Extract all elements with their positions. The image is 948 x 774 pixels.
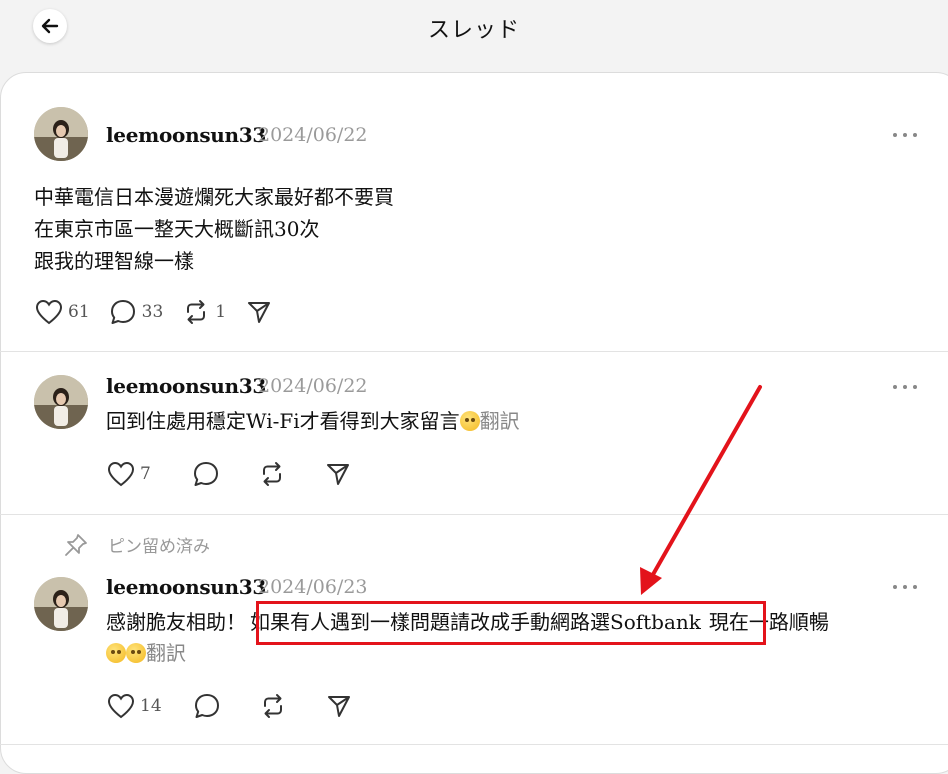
- annotation-arrow-icon: [640, 385, 762, 595]
